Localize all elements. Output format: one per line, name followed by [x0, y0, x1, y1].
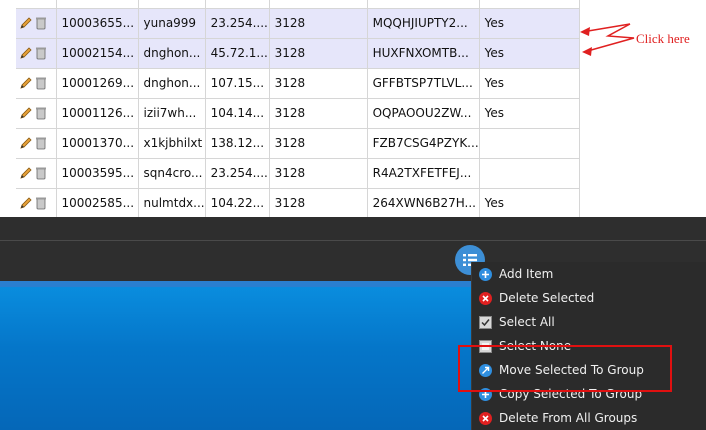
- cell-key: HUXFNXOMTB...: [367, 38, 480, 69]
- trash-delete-icon[interactable]: [35, 46, 47, 60]
- pencil-edit-icon[interactable]: [19, 106, 33, 120]
- menu-item-label: Delete Selected: [499, 291, 595, 305]
- cell-id: 10001126...: [56, 98, 139, 129]
- table-row[interactable]: 10003595... sqn4cro... 23.254.... 3128 R4A2T…: [16, 158, 580, 189]
- row-actions: [16, 98, 57, 129]
- cell-key: FZB7CSG4PZYK...: [367, 128, 480, 159]
- checkbox-checked-icon: [479, 315, 492, 329]
- cell-flag: Yes: [479, 8, 580, 39]
- cell-port: 3128: [269, 68, 368, 99]
- cell-flag: [479, 128, 580, 159]
- footer-divider: [0, 240, 706, 241]
- row-actions: [16, 68, 57, 99]
- table-row[interactable]: 10002154... dnghon... 45.72.1... 3128 HUXFNX…: [16, 38, 580, 69]
- cell-port: 3128: [269, 158, 368, 189]
- trash-delete-icon[interactable]: [35, 136, 47, 150]
- cell-ip: 104.22...: [205, 188, 270, 219]
- cell-key: MQQHJIUPTY2...: [367, 8, 480, 39]
- menu-item-select-all[interactable]: Select All: [472, 310, 706, 334]
- cell-key: R4A2TXFETFEJ...: [367, 158, 480, 189]
- menu-item-add-item[interactable]: Add Item: [472, 262, 706, 286]
- table-row[interactable]: 10001126... izii7wh... 104.14... 3128 OQPAOO…: [16, 98, 580, 129]
- pencil-edit-icon[interactable]: [19, 46, 33, 60]
- cell-flag: Yes: [479, 98, 580, 129]
- cell-key: OQPAOOU2ZW...: [367, 98, 480, 129]
- cell-id: 10001370...: [56, 128, 139, 159]
- menu-item-label: Add Item: [499, 267, 554, 281]
- cell-port: 3128: [269, 98, 368, 129]
- cell-ip: 45.72.1...: [205, 38, 270, 69]
- pencil-edit-icon[interactable]: [19, 196, 33, 210]
- cell-user: dnghon...: [138, 38, 206, 69]
- trash-delete-icon[interactable]: [35, 166, 47, 180]
- row-actions: [16, 38, 57, 69]
- cell-id: 10003655...: [56, 8, 139, 39]
- cell-id: 10001269...: [56, 68, 139, 99]
- cell-id: 10002154...: [56, 38, 139, 69]
- cell-user: yuna999: [138, 8, 206, 39]
- cell-user: sqn4cro...: [138, 158, 206, 189]
- row-actions: [16, 188, 57, 219]
- cell-user: x1kjbhilxt: [138, 128, 206, 159]
- menu-item-label: Select All: [499, 315, 555, 329]
- cell-ip: 138.12...: [205, 128, 270, 159]
- pencil-edit-icon[interactable]: [19, 166, 33, 180]
- click-here-label: Click here: [636, 31, 690, 46]
- cell-user: nulmtdx...: [138, 188, 206, 219]
- cell-key: [367, 0, 480, 9]
- trash-delete-icon[interactable]: [35, 76, 47, 90]
- row-actions: [16, 158, 57, 189]
- cell-flag: [479, 0, 580, 9]
- cell-flag: Yes: [479, 38, 580, 69]
- menu-item-delete-selected[interactable]: Delete Selected: [472, 286, 706, 310]
- proxy-table: 10003655... yuna999 23.254.... 3128 MQQHJIUP…: [16, 0, 580, 219]
- cell-port: 3128: [269, 38, 368, 69]
- menu-item-label: Delete From All Groups: [499, 411, 638, 425]
- table-row[interactable]: [16, 0, 580, 9]
- cell-port: [269, 0, 368, 9]
- cell-flag: [479, 158, 580, 189]
- cell-port: 3128: [269, 8, 368, 39]
- x-circle-icon: [479, 291, 492, 305]
- table-row[interactable]: 10003655... yuna999 23.254.... 3128 MQQHJIUP…: [16, 8, 580, 39]
- trash-delete-icon[interactable]: [35, 106, 47, 120]
- pencil-edit-icon[interactable]: [19, 76, 33, 90]
- cell-user: dnghon...: [138, 68, 206, 99]
- plus-circle-icon: [479, 267, 492, 281]
- cell-ip: [205, 0, 270, 9]
- cell-key: GFFBTSP7TLVL...: [367, 68, 480, 99]
- highlight-box: [458, 345, 672, 392]
- pencil-edit-icon[interactable]: [19, 16, 33, 30]
- menu-item-delete-from-all-groups[interactable]: Delete From All Groups: [472, 406, 706, 430]
- table-left-margin: [0, 0, 16, 217]
- cell-flag: Yes: [479, 68, 580, 99]
- cell-ip: 23.254....: [205, 158, 270, 189]
- row-actions: [16, 0, 57, 9]
- cell-id: 10003595...: [56, 158, 139, 189]
- cell-user: izii7wh...: [138, 98, 206, 129]
- cell-id: [56, 0, 139, 9]
- cell-port: 3128: [269, 188, 368, 219]
- cell-ip: 107.15...: [205, 68, 270, 99]
- table-row[interactable]: 10002585... nulmtdx... 104.22... 3128 264XWN…: [16, 188, 580, 219]
- table-row[interactable]: 10001370... x1kjbhilxt 138.12... 3128 FZB7CS…: [16, 128, 580, 159]
- cell-ip: 104.14...: [205, 98, 270, 129]
- cell-ip: 23.254....: [205, 8, 270, 39]
- table-row[interactable]: 10001269... dnghon... 107.15... 3128 GFFBTSP…: [16, 68, 580, 99]
- trash-delete-icon[interactable]: [35, 16, 47, 30]
- row-actions: [16, 8, 57, 39]
- row-actions: [16, 128, 57, 159]
- cell-id: 10002585...: [56, 188, 139, 219]
- cell-key: 264XWN6B27H...: [367, 188, 480, 219]
- trash-delete-icon[interactable]: [35, 196, 47, 210]
- cell-port: 3128: [269, 128, 368, 159]
- cell-flag: Yes: [479, 188, 580, 219]
- pencil-edit-icon[interactable]: [19, 136, 33, 150]
- x-circle-icon: [479, 411, 492, 425]
- cell-user: [138, 0, 206, 9]
